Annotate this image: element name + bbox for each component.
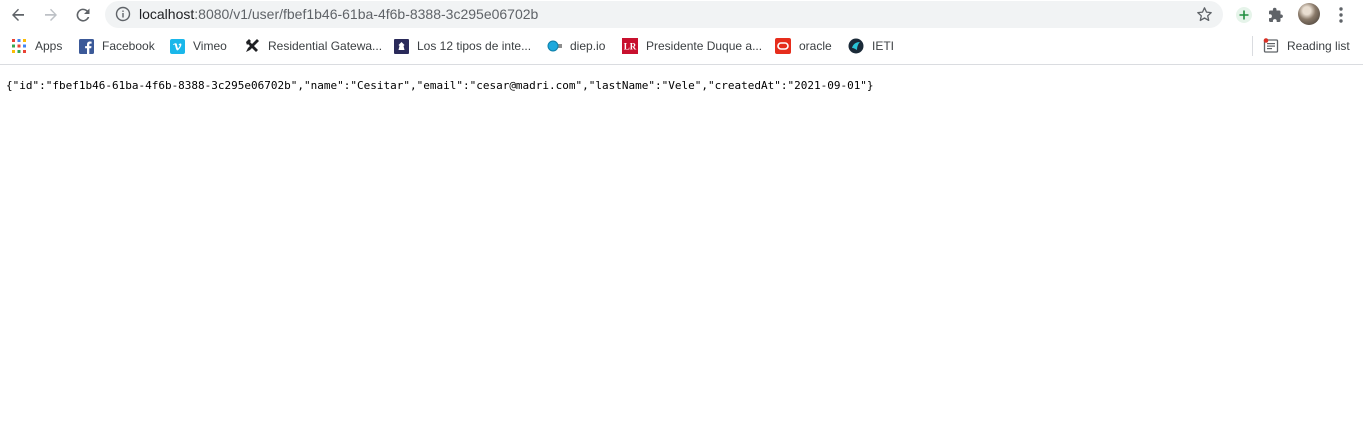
bookmark-vimeo[interactable]: Vimeo	[169, 37, 227, 55]
bookmark-apps[interactable]: Apps	[11, 37, 62, 55]
oracle-icon	[775, 38, 791, 54]
address-bar[interactable]: localhost:8080/v1/user/fbef1b46-61ba-4f6…	[105, 1, 1223, 28]
menu-icon[interactable]	[1331, 5, 1351, 25]
tools-icon	[244, 38, 260, 54]
bookmark-label: Presidente Duque a...	[646, 39, 763, 53]
bookmark-los-12-tipos[interactable]: Los 12 tipos de inte...	[393, 37, 531, 55]
add-icon[interactable]	[1234, 5, 1254, 25]
bookmark-facebook[interactable]: Facebook	[78, 37, 155, 55]
bookmark-label: Vimeo	[193, 39, 227, 53]
reading-list-icon	[1263, 38, 1279, 54]
info-icon[interactable]	[115, 6, 131, 22]
reload-icon[interactable]	[71, 3, 95, 27]
bookmark-label: oracle	[799, 39, 832, 53]
url-host: localhost	[139, 6, 195, 22]
bookmark-label: Los 12 tipos de inte...	[417, 39, 532, 53]
diep-icon	[546, 38, 562, 54]
bookmark-residential-gateway[interactable]: Residential Gatewa...	[244, 37, 382, 55]
bookmark-ieti[interactable]: IETI	[848, 37, 894, 55]
extensions-icon[interactable]	[1266, 5, 1286, 25]
bookmarks-bar: Apps Facebook Vimeo Residential Gatewa..…	[0, 31, 1363, 61]
reading-list-button[interactable]: Reading list	[1263, 37, 1350, 55]
star-icon[interactable]	[1196, 6, 1213, 23]
bookmark-presidente-duque[interactable]: LR Presidente Duque a...	[622, 37, 762, 55]
url-text[interactable]: localhost:8080/v1/user/fbef1b46-61ba-4f6…	[139, 6, 538, 23]
bookmark-label: Facebook	[102, 39, 155, 53]
url-path: :8080/v1/user/fbef1b46-61ba-4f6b-8388-3c…	[194, 6, 539, 22]
bookmark-oracle[interactable]: oracle	[775, 37, 832, 55]
bookmarks-divider	[1252, 36, 1253, 56]
facebook-icon	[78, 38, 94, 54]
vimeo-icon	[169, 38, 185, 54]
bookmark-label: Apps	[35, 39, 63, 53]
bookmark-label: IETI	[872, 39, 895, 53]
json-response: {"id":"fbef1b46-61ba-4f6b-8388-3c295e067…	[6, 79, 874, 92]
apps-grid-icon	[11, 38, 27, 54]
site-icon	[393, 38, 409, 54]
forward-icon[interactable]	[39, 3, 63, 27]
ieti-icon	[848, 38, 864, 54]
bookmark-diep-io[interactable]: diep.io	[546, 37, 605, 55]
lr-icon: LR	[622, 38, 638, 54]
profile-avatar[interactable]	[1298, 3, 1320, 25]
back-icon[interactable]	[6, 3, 30, 27]
toolbar-separator	[0, 64, 1363, 65]
bookmark-label: diep.io	[570, 39, 606, 53]
svg-text:LR: LR	[624, 42, 637, 52]
reading-list-label: Reading list	[1287, 39, 1350, 53]
browser-toolbar: localhost:8080/v1/user/fbef1b46-61ba-4f6…	[0, 0, 1363, 30]
bookmark-label: Residential Gatewa...	[268, 39, 383, 53]
